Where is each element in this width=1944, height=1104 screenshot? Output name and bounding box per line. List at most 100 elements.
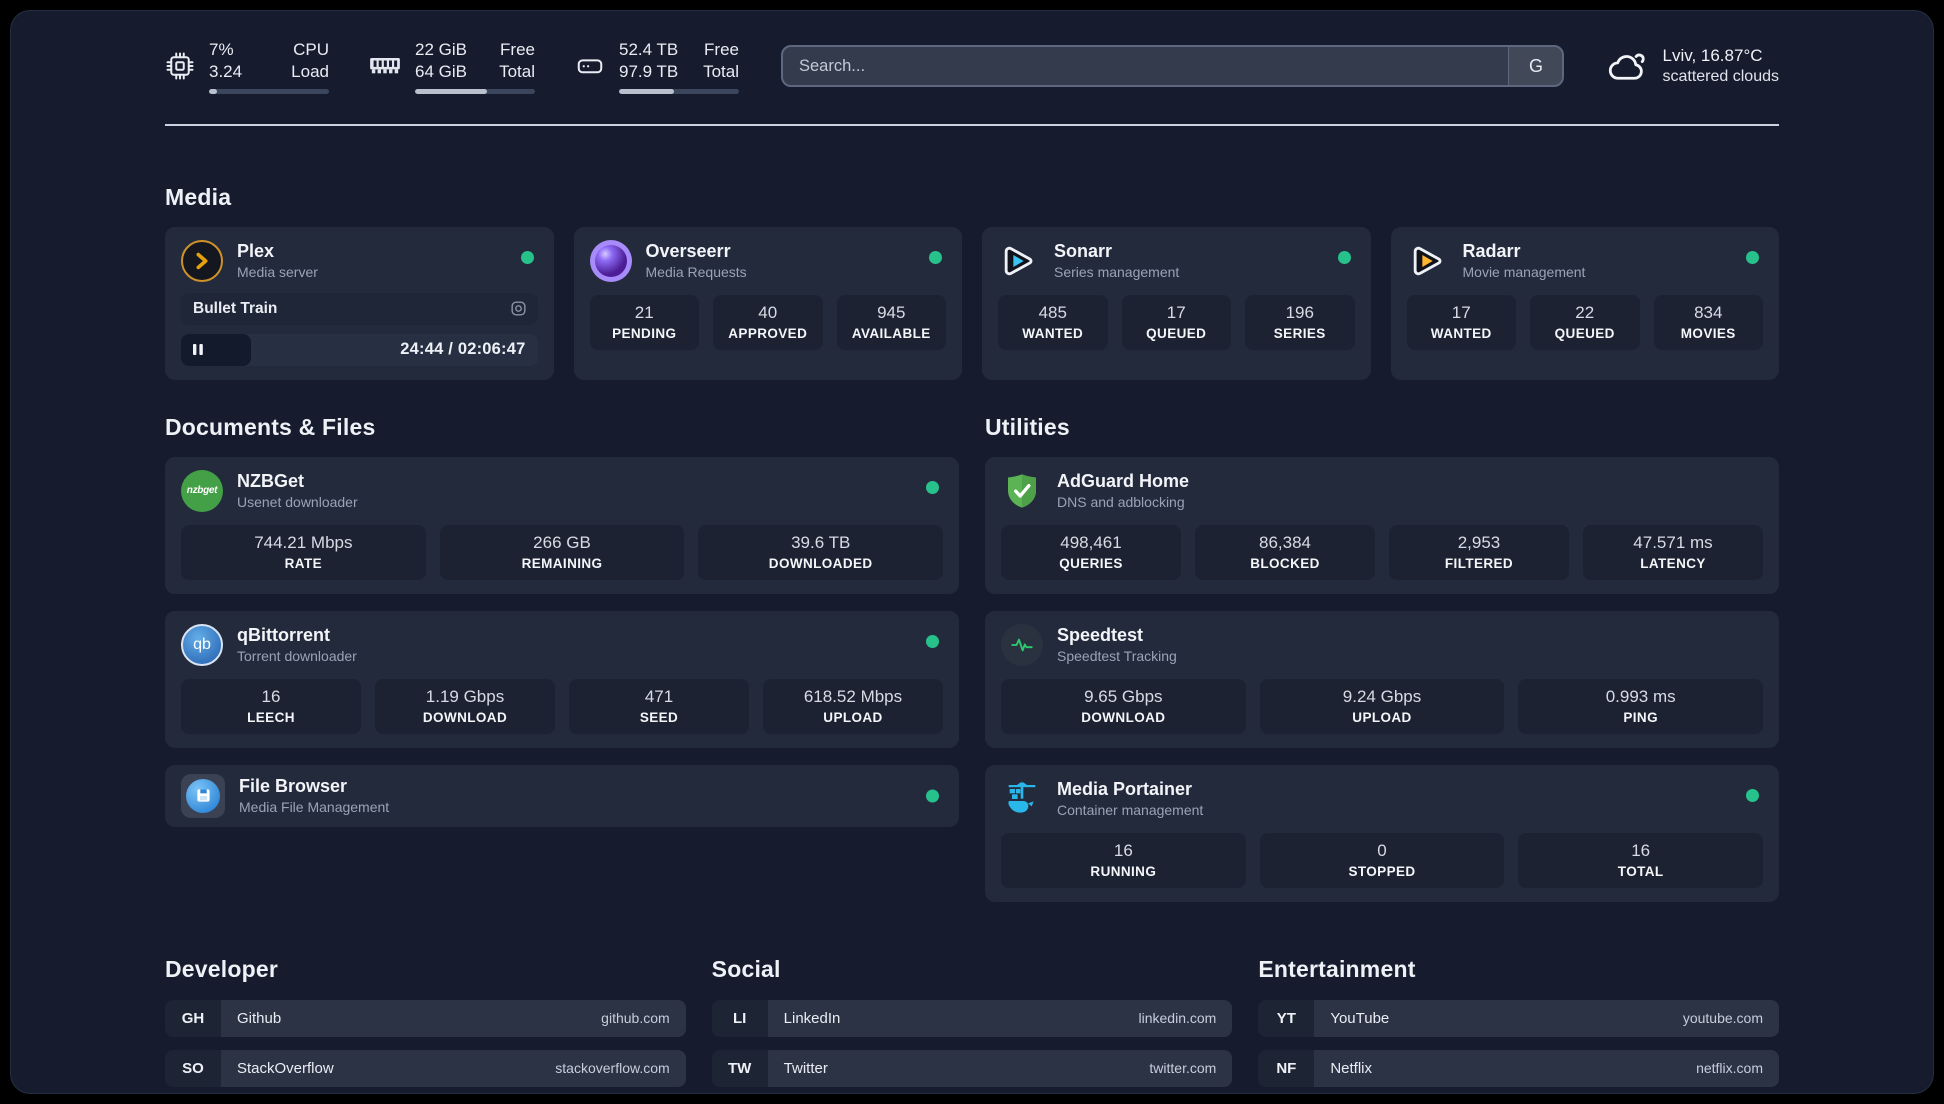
ram-stat: 22 GiB 64 GiB Free Total <box>369 39 535 94</box>
stat-downloaded: 39.6 TB DOWNLOADED <box>698 524 944 580</box>
cpu-icon <box>166 52 194 80</box>
window-frame: 7% 3.24 CPU Load 22 GiB 64 GiB Free Tota… <box>0 0 1944 1104</box>
stat-label: DOWNLOADED <box>768 555 873 571</box>
cpu-usage-label: CPU <box>293 40 329 59</box>
now-playing-row: Bullet Train <box>181 292 538 325</box>
stat-label: QUEUED <box>1554 325 1615 341</box>
stat-label: WANTED <box>1430 325 1492 341</box>
stat-movies: 834 MOVIES <box>1653 294 1763 350</box>
stat-label: DOWNLOAD <box>422 709 508 725</box>
top-bar: 7% 3.24 CPU Load 22 GiB 64 GiB Free Tota… <box>165 39 1779 94</box>
stat-label: LATENCY <box>1640 555 1706 571</box>
app-card-radarr[interactable]: Radarr Movie management 17 WANTED 22 QUE… <box>1390 226 1779 380</box>
stat-queries: 498,461 QUERIES <box>1001 524 1181 580</box>
bookmark-name: YouTube <box>1330 1009 1390 1027</box>
bookmark-url: twitter.com <box>1149 1060 1217 1077</box>
stat-running: 16 RUNNING <box>1001 832 1246 888</box>
stat-value: 16 <box>1631 840 1651 860</box>
app-subtitle: Usenet downloader <box>237 494 358 511</box>
bookmark-stackoverflow[interactable]: SO StackOverflow stackoverflow.com <box>165 1049 686 1087</box>
stat-queued: 17 QUEUED <box>1121 294 1231 350</box>
section-documents-files: Documents & Files nzbget NZBGet Usenet d… <box>165 414 959 902</box>
disk-meter <box>619 88 739 94</box>
status-dot <box>520 250 534 264</box>
radarr-icon <box>1407 240 1449 282</box>
bookmark-youtube[interactable]: YT YouTube youtube.com <box>1258 999 1779 1037</box>
adguard-icon <box>1001 470 1043 512</box>
stat-value: 1.19 Gbps <box>425 686 505 706</box>
stat-value: 485 <box>1038 302 1067 322</box>
stat-label: PENDING <box>612 325 677 341</box>
ram-free-label: Free <box>500 40 535 59</box>
portainer-icon <box>1001 778 1043 820</box>
cpu-load-label: Load <box>291 62 329 82</box>
disk-total-label: Total <box>703 62 739 82</box>
app-subtitle: Container management <box>1057 802 1204 819</box>
bookmark-name: Github <box>237 1009 282 1027</box>
app-card-nzbget[interactable]: nzbget NZBGet Usenet downloader 744.21 M… <box>165 456 959 594</box>
stat-value: 945 <box>877 302 906 322</box>
stat-label: FILTERED <box>1444 555 1514 571</box>
stat-label: MOVIES <box>1680 325 1736 341</box>
bookmark-name: LinkedIn <box>783 1009 841 1027</box>
disk-icon <box>577 59 603 74</box>
stat-approved: 40 APPROVED <box>713 294 823 350</box>
bookmark-netflix[interactable]: NF Netflix netflix.com <box>1258 1049 1779 1087</box>
app-card-sonarr[interactable]: Sonarr Series management 485 WANTED 17 Q… <box>982 226 1371 380</box>
stat-blocked: 86,384 BLOCKED <box>1195 524 1375 580</box>
playback-progress-bar[interactable]: 24:44 / 02:06:47 <box>181 333 538 366</box>
stat-label: WANTED <box>1022 325 1084 341</box>
bookmark-abbr: GH <box>165 999 221 1037</box>
stat-rate: 744.21 Mbps RATE <box>181 524 426 580</box>
stat-label: APPROVED <box>728 325 808 341</box>
app-title: Sonarr <box>1054 241 1113 262</box>
app-card-plex[interactable]: Plex Media server Bullet Train 24:44 / 0… <box>165 226 554 380</box>
app-card-overseerr[interactable]: Overseerr Media Requests 21 PENDING 40 A… <box>573 226 962 380</box>
search-provider-button[interactable]: G <box>1508 47 1563 86</box>
stat-value: 17 <box>1451 302 1471 322</box>
bookmark-github[interactable]: GH Github github.com <box>165 999 686 1037</box>
nzbget-icon: nzbget <box>181 469 223 512</box>
app-subtitle: Media Requests <box>645 264 747 281</box>
stat-label: LEECH <box>247 709 295 725</box>
section-title-social: Social <box>711 955 781 982</box>
bookmark-url: youtube.com <box>1682 1010 1763 1027</box>
system-stats: 7% 3.24 CPU Load 22 GiB 64 GiB Free Tota… <box>165 39 739 94</box>
app-title: NZBGet <box>237 471 304 492</box>
status-dot <box>1337 250 1351 264</box>
disk-stat: 52.4 TB 97.9 TB Free Total <box>575 39 739 94</box>
section-title-documents: Documents & Files <box>165 413 376 440</box>
app-card-filebrowser[interactable]: File Browser Media File Management <box>165 764 959 827</box>
stat-seed: 471 SEED <box>569 678 749 734</box>
bookmark-abbr: NF <box>1258 1049 1315 1087</box>
bookmark-linkedin[interactable]: LI LinkedIn linkedin.com <box>711 999 1233 1037</box>
bookmark-url: linkedin.com <box>1138 1010 1217 1027</box>
pause-icon[interactable] <box>192 343 204 356</box>
search-input[interactable] <box>783 47 1509 86</box>
speedtest-icon <box>1001 623 1043 666</box>
app-title: AdGuard Home <box>1057 471 1190 492</box>
stat-label: UPLOAD <box>1352 709 1412 725</box>
app-title: qBittorrent <box>237 625 330 646</box>
stat-value: 9.65 Gbps <box>1084 686 1163 706</box>
app-card-portainer[interactable]: Media Portainer Container management 16 … <box>985 764 1779 902</box>
status-dot <box>1746 250 1759 264</box>
bookmark-twitter[interactable]: TW Twitter twitter.com <box>711 1049 1233 1087</box>
stat-value: 86,384 <box>1259 532 1311 552</box>
stat-value: 16 <box>1113 840 1133 860</box>
stat-value: 471 <box>644 686 674 706</box>
app-card-adguard[interactable]: AdGuard Home DNS and adblocking 498,461 … <box>985 456 1779 594</box>
stat-value: 196 <box>1285 302 1314 322</box>
cloud-icon <box>1609 54 1646 81</box>
stat-label: SERIES <box>1273 325 1326 341</box>
bookmark-abbr: TW <box>711 1049 768 1087</box>
stat-label: DOWNLOAD <box>1081 709 1166 725</box>
app-card-speedtest[interactable]: Speedtest Speedtest Tracking 9.65 Gbps D… <box>985 610 1779 748</box>
app-card-qbittorrent[interactable]: qb qBittorrent Torrent downloader 16 LEE… <box>165 610 959 748</box>
overseerr-icon <box>589 239 632 282</box>
cpu-usage-value: 7% <box>209 40 234 59</box>
bookmark-group-developer: Developer GH Github github.com SO StackO… <box>165 956 686 1093</box>
cpu-stat: 7% 3.24 CPU Load <box>165 39 329 94</box>
dashboard: 7% 3.24 CPU Load 22 GiB 64 GiB Free Tota… <box>10 10 1934 1094</box>
stat-stopped: 0 STOPPED <box>1259 832 1505 888</box>
